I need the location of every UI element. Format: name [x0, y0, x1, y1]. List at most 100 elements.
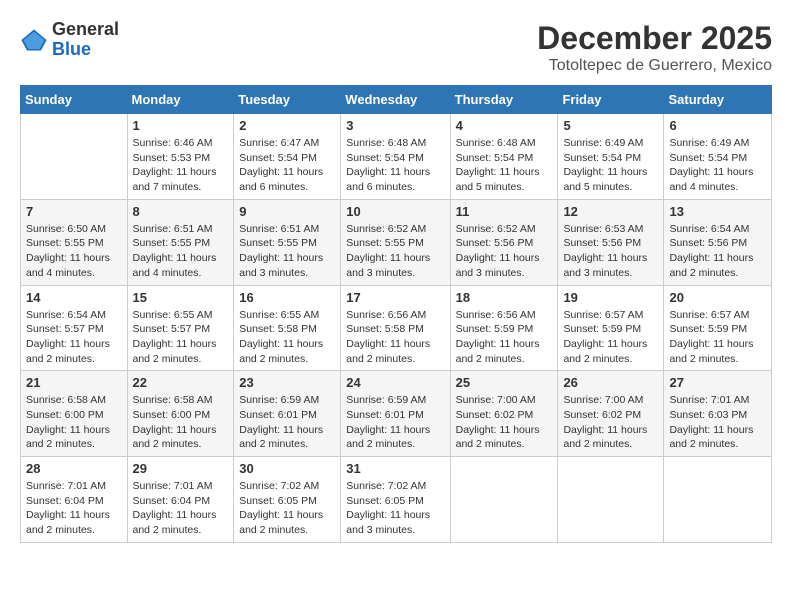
header-wednesday: Wednesday — [341, 86, 450, 114]
calendar-cell: 26 Sunrise: 7:00 AM Sunset: 6:02 PM Dayli… — [558, 371, 664, 457]
calendar-cell: 10Sunrise: 6:52 AM Sunset: 5:55 PM Dayli… — [341, 199, 450, 285]
day-info: Sunrise: 6:53 AM Sunset: 5:56 PM Dayligh… — [563, 222, 658, 281]
calendar-cell: 19Sunrise: 6:57 AM Sunset: 5:59 PM Dayli… — [558, 285, 664, 371]
day-info: Sunrise: 6:54 AM Sunset: 5:56 PM Dayligh… — [669, 222, 766, 281]
day-number: 6 — [669, 118, 766, 133]
day-info: Sunrise: 6:56 AM Sunset: 5:58 PM Dayligh… — [346, 308, 444, 367]
day-info: Sunrise: 6:56 AM Sunset: 5:59 PM Dayligh… — [456, 308, 553, 367]
day-number: 12 — [563, 204, 658, 219]
calendar-cell: 9 Sunrise: 6:51 AM Sunset: 5:55 PM Daylig… — [234, 199, 341, 285]
day-info: Sunrise: 6:49 AM Sunset: 5:54 PM Dayligh… — [563, 136, 658, 195]
calendar-cell: 6 Sunrise: 6:49 AM Sunset: 5:54 PM Daylig… — [664, 114, 772, 200]
calendar-cell: 7Sunrise: 6:50 AM Sunset: 5:55 PM Daylig… — [21, 199, 128, 285]
day-info: Sunrise: 7:01 AM Sunset: 6:04 PM Dayligh… — [133, 479, 229, 538]
calendar-cell: 21 Sunrise: 6:58 AM Sunset: 6:00 PM Dayli… — [21, 371, 128, 457]
day-number: 11 — [456, 204, 553, 219]
calendar-cell: 5 Sunrise: 6:49 AM Sunset: 5:54 PM Daylig… — [558, 114, 664, 200]
day-info: Sunrise: 7:02 AM Sunset: 6:05 PM Dayligh… — [346, 479, 444, 538]
day-number: 25 — [456, 375, 553, 390]
day-info: Sunrise: 6:59 AM Sunset: 6:01 PM Dayligh… — [346, 393, 444, 452]
calendar-cell: 14 Sunrise: 6:54 AM Sunset: 5:57 PM Dayli… — [21, 285, 128, 371]
header-sunday: Sunday — [21, 86, 128, 114]
day-info: Sunrise: 6:58 AM Sunset: 6:00 PM Dayligh… — [26, 393, 122, 452]
day-info: Sunrise: 6:51 AM Sunset: 5:55 PM Dayligh… — [239, 222, 335, 281]
header-saturday: Saturday — [664, 86, 772, 114]
day-info: Sunrise: 6:51 AM Sunset: 5:55 PM Dayligh… — [133, 222, 229, 281]
calendar-cell: 13 Sunrise: 6:54 AM Sunset: 5:56 PM Dayli… — [664, 199, 772, 285]
day-info: Sunrise: 6:48 AM Sunset: 5:54 PM Dayligh… — [346, 136, 444, 195]
day-number: 21 — [26, 375, 122, 390]
calendar-week-row: 1Sunrise: 6:46 AM Sunset: 5:53 PM Daylig… — [21, 114, 772, 200]
day-info: Sunrise: 6:55 AM Sunset: 5:58 PM Dayligh… — [239, 308, 335, 367]
day-info: Sunrise: 6:54 AM Sunset: 5:57 PM Dayligh… — [26, 308, 122, 367]
calendar-cell: 31 Sunrise: 7:02 AM Sunset: 6:05 PM Dayli… — [341, 457, 450, 543]
day-info: Sunrise: 6:57 AM Sunset: 5:59 PM Dayligh… — [669, 308, 766, 367]
day-info: Sunrise: 7:02 AM Sunset: 6:05 PM Dayligh… — [239, 479, 335, 538]
calendar-cell: 23Sunrise: 6:59 AM Sunset: 6:01 PM Dayli… — [234, 371, 341, 457]
day-info: Sunrise: 6:52 AM Sunset: 5:56 PM Dayligh… — [456, 222, 553, 281]
calendar-cell — [450, 457, 558, 543]
logo-blue: Blue — [52, 40, 119, 60]
day-number: 30 — [239, 461, 335, 476]
calendar-cell: 22 Sunrise: 6:58 AM Sunset: 6:00 PM Dayli… — [127, 371, 234, 457]
calendar-cell: 27 Sunrise: 7:01 AM Sunset: 6:03 PM Dayli… — [664, 371, 772, 457]
day-number: 10 — [346, 204, 444, 219]
day-number: 28 — [26, 461, 122, 476]
page-header: General Blue December 2025 Totoltepec de… — [20, 20, 772, 75]
calendar-cell: 16 Sunrise: 6:55 AM Sunset: 5:58 PM Dayli… — [234, 285, 341, 371]
day-number: 26 — [563, 375, 658, 390]
day-info: Sunrise: 6:58 AM Sunset: 6:00 PM Dayligh… — [133, 393, 229, 452]
header-thursday: Thursday — [450, 86, 558, 114]
month-title: December 2025 — [537, 20, 772, 57]
calendar-cell: 18Sunrise: 6:56 AM Sunset: 5:59 PM Dayli… — [450, 285, 558, 371]
header-monday: Monday — [127, 86, 234, 114]
day-number: 29 — [133, 461, 229, 476]
calendar-cell: 28 Sunrise: 7:01 AM Sunset: 6:04 PM Dayli… — [21, 457, 128, 543]
day-info: Sunrise: 6:50 AM Sunset: 5:55 PM Dayligh… — [26, 222, 122, 281]
day-number: 2 — [239, 118, 335, 133]
calendar-cell: 8Sunrise: 6:51 AM Sunset: 5:55 PM Daylig… — [127, 199, 234, 285]
day-number: 17 — [346, 290, 444, 305]
day-info: Sunrise: 6:48 AM Sunset: 5:54 PM Dayligh… — [456, 136, 553, 195]
calendar-week-row: 21 Sunrise: 6:58 AM Sunset: 6:00 PM Dayli… — [21, 371, 772, 457]
day-number: 24 — [346, 375, 444, 390]
calendar-table: SundayMondayTuesdayWednesdayThursdayFrid… — [20, 85, 772, 543]
calendar-week-row: 28 Sunrise: 7:01 AM Sunset: 6:04 PM Dayli… — [21, 457, 772, 543]
calendar-cell: 25Sunrise: 7:00 AM Sunset: 6:02 PM Dayli… — [450, 371, 558, 457]
calendar-cell — [21, 114, 128, 200]
logo: General Blue — [20, 20, 119, 60]
day-number: 4 — [456, 118, 553, 133]
day-number: 20 — [669, 290, 766, 305]
day-number: 16 — [239, 290, 335, 305]
day-info: Sunrise: 7:01 AM Sunset: 6:04 PM Dayligh… — [26, 479, 122, 538]
day-number: 15 — [133, 290, 229, 305]
day-number: 23 — [239, 375, 335, 390]
day-number: 31 — [346, 461, 444, 476]
day-info: Sunrise: 6:47 AM Sunset: 5:54 PM Dayligh… — [239, 136, 335, 195]
day-info: Sunrise: 7:01 AM Sunset: 6:03 PM Dayligh… — [669, 393, 766, 452]
day-info: Sunrise: 7:00 AM Sunset: 6:02 PM Dayligh… — [563, 393, 658, 452]
calendar-cell: 12 Sunrise: 6:53 AM Sunset: 5:56 PM Dayli… — [558, 199, 664, 285]
logo-general: General — [52, 20, 119, 40]
calendar-cell — [664, 457, 772, 543]
day-number: 5 — [563, 118, 658, 133]
day-info: Sunrise: 6:55 AM Sunset: 5:57 PM Dayligh… — [133, 308, 229, 367]
calendar-cell: 3Sunrise: 6:48 AM Sunset: 5:54 PM Daylig… — [341, 114, 450, 200]
logo-icon — [20, 26, 48, 54]
calendar-week-row: 7Sunrise: 6:50 AM Sunset: 5:55 PM Daylig… — [21, 199, 772, 285]
day-info: Sunrise: 6:49 AM Sunset: 5:54 PM Dayligh… — [669, 136, 766, 195]
calendar-cell: 2 Sunrise: 6:47 AM Sunset: 5:54 PM Daylig… — [234, 114, 341, 200]
day-info: Sunrise: 6:46 AM Sunset: 5:53 PM Dayligh… — [133, 136, 229, 195]
calendar-cell: 24 Sunrise: 6:59 AM Sunset: 6:01 PM Dayli… — [341, 371, 450, 457]
calendar-week-row: 14 Sunrise: 6:54 AM Sunset: 5:57 PM Dayli… — [21, 285, 772, 371]
calendar-cell: 20 Sunrise: 6:57 AM Sunset: 5:59 PM Dayli… — [664, 285, 772, 371]
day-number: 9 — [239, 204, 335, 219]
day-number: 22 — [133, 375, 229, 390]
logo-text: General Blue — [52, 20, 119, 60]
calendar-cell: 17 Sunrise: 6:56 AM Sunset: 5:58 PM Dayli… — [341, 285, 450, 371]
day-number: 14 — [26, 290, 122, 305]
calendar-cell — [558, 457, 664, 543]
day-number: 13 — [669, 204, 766, 219]
day-number: 27 — [669, 375, 766, 390]
header-tuesday: Tuesday — [234, 86, 341, 114]
